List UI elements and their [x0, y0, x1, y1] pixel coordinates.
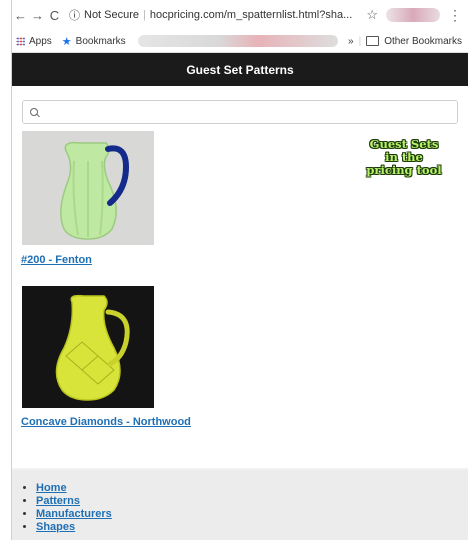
address-bar[interactable]: ⓘ Not Secure | hocpricing.com/m_spattern… — [69, 7, 352, 23]
bookmark-bookmarks[interactable]: ★ Bookmarks — [62, 35, 126, 48]
forward-arrow-icon[interactable]: → — [29, 8, 46, 23]
footer-item: Home — [36, 482, 468, 495]
footer-item: Manufacturers — [36, 508, 468, 521]
bookmarks-overflow-icon[interactable]: » — [348, 36, 354, 47]
browser-window: ← → C ⓘ Not Secure | hocpricing.com/m_sp… — [11, 0, 468, 540]
pattern-image-concave-diamonds[interactable] — [22, 286, 154, 408]
footer-link-patterns[interactable]: Patterns — [36, 495, 80, 507]
search-input[interactable] — [45, 102, 457, 122]
page-header: Guest Set Patterns — [12, 53, 468, 86]
apps-label: Apps — [29, 35, 52, 47]
footer-nav: Home Patterns Manufacturers Shapes — [12, 470, 468, 540]
browser-menu-icon[interactable]: ⋮ — [448, 7, 462, 24]
back-arrow-icon[interactable]: ← — [12, 8, 29, 23]
pattern-image-fenton[interactable] — [22, 131, 154, 245]
profile-avatar[interactable] — [386, 8, 440, 22]
footer-item: Patterns — [36, 495, 468, 508]
footer-link-shapes[interactable]: Shapes — [36, 521, 75, 533]
browser-toolbar: ← → C ⓘ Not Secure | hocpricing.com/m_sp… — [12, 0, 468, 30]
promo-badge: Guest Sets in the pricing tool — [364, 138, 444, 177]
url-text: hocpricing.com/m_spatternlist.html?sha..… — [149, 9, 353, 21]
footer-link-manufacturers[interactable]: Manufacturers — [36, 508, 112, 520]
url-separator: | — [143, 9, 146, 21]
bookmarks-label: Bookmarks — [75, 35, 126, 47]
blurred-bookmarks — [137, 35, 338, 47]
pattern-link-fenton[interactable]: #200 - Fenton — [21, 254, 92, 266]
footer-item: Shapes — [36, 521, 468, 534]
bookmark-apps[interactable]: Apps — [16, 36, 52, 47]
pattern-link-concave-diamonds[interactable]: Concave Diamonds - Northwood — [21, 416, 191, 428]
apps-grid-icon — [16, 36, 25, 46]
footer-link-home[interactable]: Home — [36, 482, 67, 494]
folder-icon — [366, 36, 380, 46]
pattern-list-panel: #200 - Fenton Concave Diamonds - Northwo… — [12, 86, 468, 468]
other-bookmarks[interactable]: Other Bookmarks — [384, 36, 462, 47]
bookmark-star-icon[interactable]: ☆ — [366, 7, 378, 23]
search-icon — [30, 107, 39, 117]
security-label: Not Secure — [84, 9, 140, 21]
page-title: Guest Set Patterns — [186, 62, 294, 77]
footer-link-list: Home Patterns Manufacturers Shapes — [12, 470, 468, 534]
promo-line-3: pricing tool — [366, 163, 442, 177]
reload-icon[interactable]: C — [46, 8, 63, 23]
green-pitcher-image — [22, 131, 154, 245]
search-box[interactable] — [22, 100, 458, 124]
bookmarks-divider: | — [358, 35, 362, 47]
yellow-pitcher-image — [22, 286, 154, 408]
bookmarks-bar: Apps ★ Bookmarks » | Other Bookmarks — [12, 30, 468, 53]
star-icon: ★ — [61, 35, 72, 48]
info-icon: ⓘ — [69, 10, 80, 22]
